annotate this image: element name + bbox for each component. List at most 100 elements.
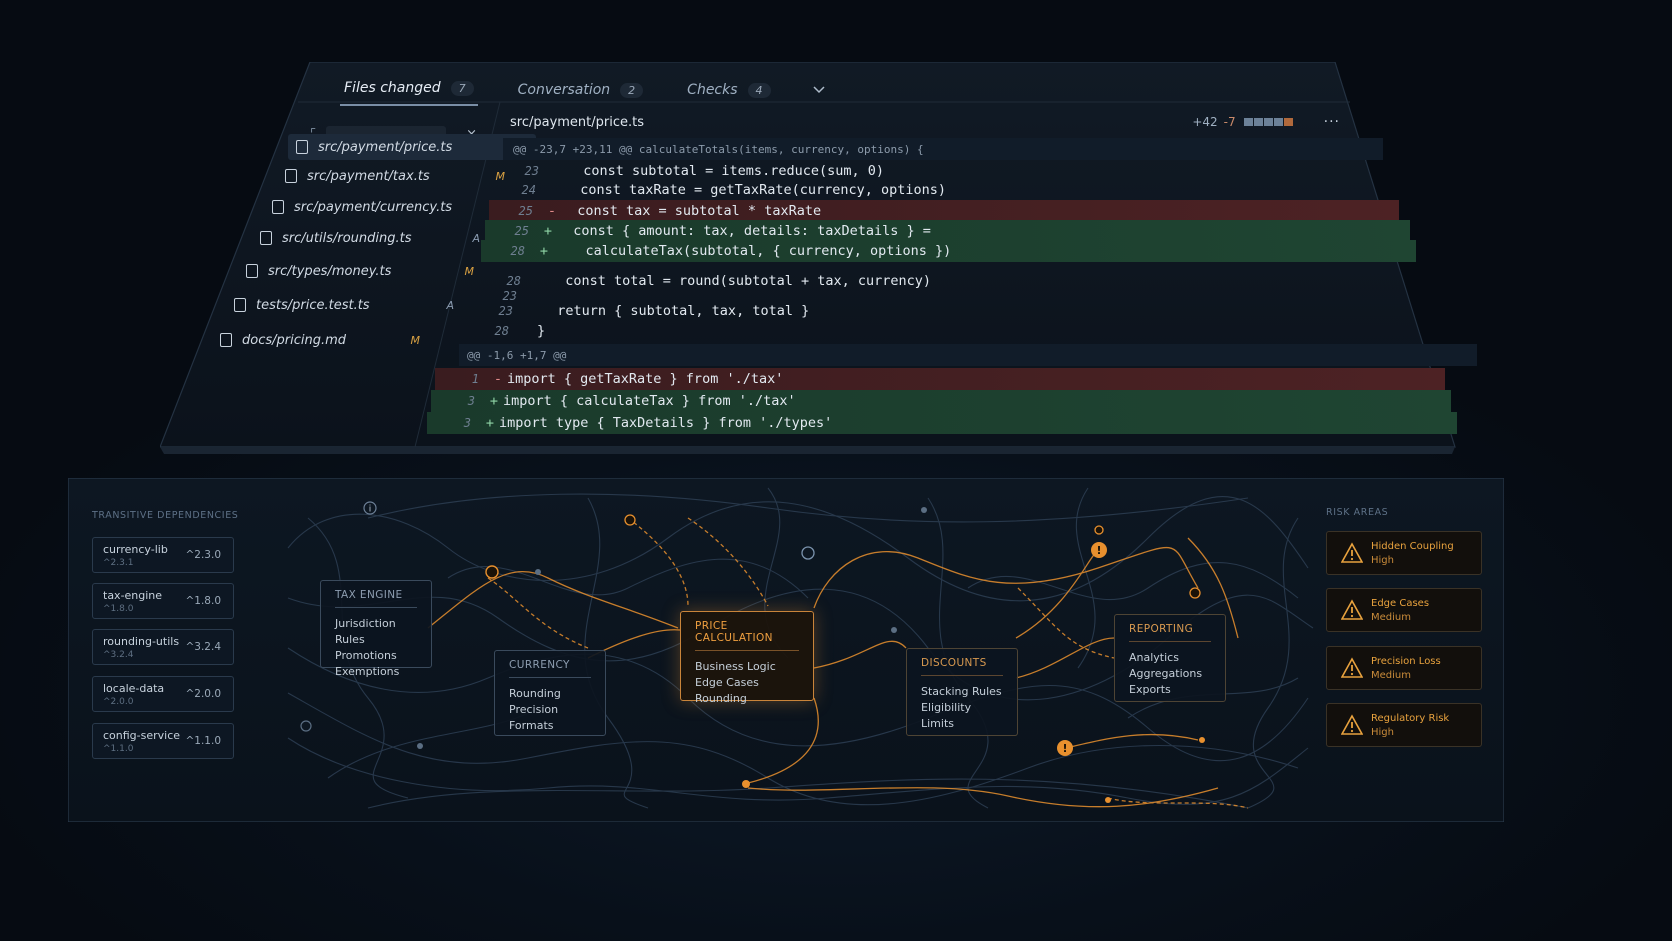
- node-item: Formats: [509, 719, 554, 732]
- diff-line-added: 3 + import type { TaxDetails } from './typ…: [427, 412, 1457, 434]
- dependency-tax-engine[interactable]: tax-engine ^1.8.0 ^1.8.0: [92, 583, 234, 619]
- diff-file-path: src/payment/price.ts: [510, 114, 645, 130]
- deletions-count: -7: [1223, 115, 1236, 129]
- risk-name: Hidden Coupling: [1371, 541, 1454, 552]
- risk-edge-cases[interactable]: Edge Cases Medium: [1326, 588, 1482, 632]
- chevron-down-icon[interactable]: [811, 82, 827, 98]
- line-number: 3: [463, 416, 471, 430]
- line-code: const taxRate = getTaxRate(currency, opt…: [564, 182, 947, 198]
- dependency-name: tax-engine: [103, 589, 163, 602]
- line-code: import type { TaxDetails } from './types…: [499, 415, 833, 431]
- diff-line-added: 3 + import { calculateTax } from './tax': [431, 390, 1451, 412]
- risk-hidden-coupling[interactable]: Hidden Coupling High: [1326, 531, 1482, 575]
- svg-text:i: i: [369, 505, 372, 515]
- node-item: Promotions: [335, 649, 397, 662]
- warning-icon: [1341, 599, 1363, 620]
- dependency-version: ^2.3.0: [185, 549, 221, 561]
- dependency-config-service[interactable]: config-service ^1.1.0 ^1.1.0: [92, 723, 234, 759]
- dependency-version: ^3.2.4: [185, 641, 221, 653]
- node-title: CURRENCY: [509, 659, 591, 678]
- tab-label: Checks: [687, 82, 738, 98]
- more-options-icon[interactable]: ···: [1324, 114, 1340, 130]
- dependency-version: ^1.8.0: [185, 595, 221, 607]
- node-item: Edge Cases: [695, 676, 759, 689]
- dependency-locale-data[interactable]: locale-data ^2.0.0 ^2.0.0: [92, 676, 234, 712]
- dependency-currency-lib[interactable]: currency-lib ^2.3.1 ^2.3.0: [92, 537, 234, 573]
- risk-regulatory-risk[interactable]: Regulatory Risk High: [1326, 703, 1482, 747]
- dependency-rounding-utils[interactable]: rounding-utils ^3.2.4 ^3.2.4: [92, 629, 234, 665]
- node-item: Exports: [1129, 683, 1171, 696]
- risk-areas-title: RISK AREAS: [1326, 507, 1389, 518]
- file-icon: [220, 333, 232, 347]
- line-number: 25: [518, 204, 533, 218]
- node-title: REPORTING: [1129, 623, 1211, 642]
- risk-name: Precision Loss: [1371, 656, 1441, 667]
- dependencies-title: TRANSITIVE DEPENDENCIES: [92, 510, 239, 521]
- file-item[interactable]: src/types/money.ts M: [246, 258, 474, 284]
- diff-line-added: 28 + calculateTax(subtotal, { currency, o…: [481, 240, 1416, 262]
- line-number: 24: [521, 183, 536, 197]
- diff-line-deleted: 25- const tax = subtotal * taxRate: [489, 200, 1399, 222]
- node-item: Jurisdiction Rules: [335, 617, 396, 646]
- dependency-version: ^2.0.0: [185, 688, 221, 700]
- diff-header: src/payment/price.ts +42 -7 ···: [510, 112, 1340, 132]
- node-item: Limits: [921, 717, 954, 730]
- warning-icon: [1341, 657, 1363, 678]
- diff-line-deleted: 1- import { getTaxRate } from './tax': [435, 368, 1445, 390]
- risk-level: Medium: [1371, 612, 1411, 623]
- tab-count: 2: [620, 82, 644, 98]
- dependency-name: rounding-utils: [103, 635, 180, 648]
- hunk-header: @@ -1,6 +1,7 @@: [459, 344, 1477, 366]
- risk-level: High: [1371, 555, 1394, 566]
- additions-count: +42: [1192, 115, 1218, 129]
- line-code: }: [537, 323, 546, 339]
- line-marker: -: [547, 203, 557, 219]
- dependency-range: ^2.3.1: [103, 558, 134, 568]
- risk-name: Regulatory Risk: [1371, 713, 1450, 724]
- tab-checks[interactable]: Checks 4: [683, 76, 774, 104]
- node-item: Business Logic: [695, 660, 776, 673]
- dependency-range: ^3.2.4: [103, 650, 134, 660]
- file-status: A: [446, 298, 454, 312]
- file-name: src/utils/rounding.ts: [282, 230, 412, 246]
- line-number: 23: [498, 304, 513, 318]
- risk-precision-loss[interactable]: Precision Loss Medium: [1326, 646, 1482, 690]
- node-item: Exemptions: [335, 665, 400, 678]
- hunk-header: @@ -23,7 +23,11 @@ calculateTotals(items…: [503, 138, 1383, 160]
- diff-line: 28}: [465, 320, 1415, 342]
- diffstat-bars: [1243, 115, 1294, 130]
- tab-count: 4: [747, 82, 771, 98]
- line-code: import { calculateTax } from './tax': [503, 393, 796, 409]
- node-title: DISCOUNTS: [921, 657, 1003, 676]
- node-item: Eligibility: [921, 701, 972, 714]
- file-status: M: [410, 333, 421, 347]
- file-item[interactable]: docs/pricing.md M: [220, 327, 420, 353]
- node-discounts[interactable]: DISCOUNTS Stacking Rules Eligibility Lim…: [906, 648, 1018, 736]
- tab-conversation[interactable]: Conversation 2: [514, 76, 648, 104]
- file-icon: [272, 200, 284, 214]
- node-tax-engine[interactable]: TAX ENGINE Jurisdiction Rules Promotions…: [320, 580, 432, 678]
- dependency-name: locale-data: [103, 682, 165, 695]
- node-item: Rounding: [695, 692, 747, 705]
- warning-icon: [1341, 714, 1363, 735]
- file-item[interactable]: src/utils/rounding.ts A: [260, 225, 480, 251]
- svg-text:!: !: [1062, 742, 1067, 755]
- node-item: Precision: [509, 703, 559, 716]
- file-name: src/types/money.ts: [268, 263, 392, 279]
- node-reporting[interactable]: REPORTING Analytics Aggregations Exports: [1114, 614, 1226, 702]
- diff-panel: Files changed 7 Conversation 2 Checks 4 …: [160, 62, 1550, 482]
- node-title: PRICE CALCULATION: [695, 620, 799, 651]
- node-currency[interactable]: CURRENCY Rounding Precision Formats: [494, 650, 606, 736]
- line-marker: +: [539, 243, 549, 259]
- node-price-calculation[interactable]: PRICE CALCULATION Business Logic Edge Ca…: [680, 611, 814, 705]
- dependency-range: ^2.0.0: [103, 697, 134, 707]
- dependency-name: currency-lib: [103, 543, 168, 556]
- line-code: const tax = subtotal * taxRate: [561, 203, 822, 219]
- file-icon: [285, 169, 297, 183]
- svg-text:!: !: [1096, 544, 1101, 557]
- file-item[interactable]: tests/price.test.ts A: [234, 292, 454, 318]
- diff-view: src/payment/price.ts +42 -7 ··· @@ -23,7…: [427, 102, 1545, 482]
- line-number: 3: [467, 394, 475, 408]
- line-marker: +: [485, 415, 495, 431]
- diff-line-added: 25 + const { amount: tax, details: taxDet…: [485, 220, 1410, 242]
